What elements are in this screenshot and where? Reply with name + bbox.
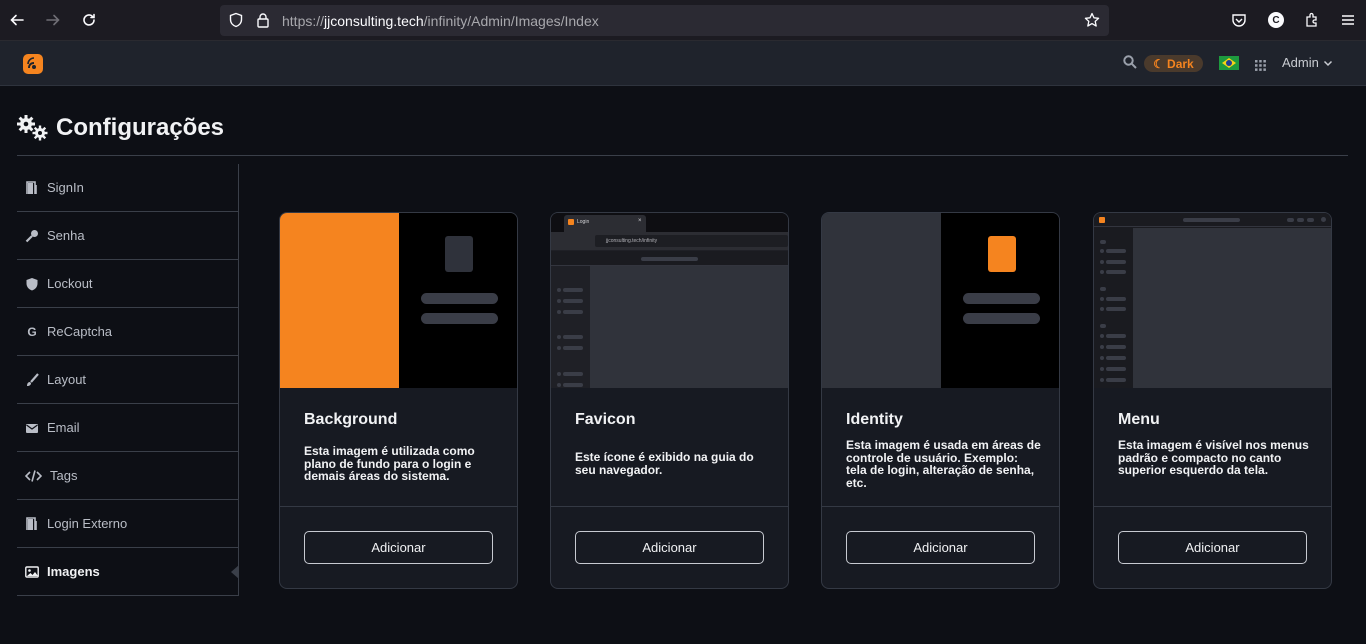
card-description: Esta imagem é utilizada como plano de fu…	[304, 444, 475, 483]
image-card-menu: Menu Esta imagem é visível nos menus pad…	[1093, 212, 1332, 589]
card-divider	[551, 506, 788, 507]
lock-icon[interactable]	[256, 12, 270, 33]
sidebar-item-label: ReCaptcha	[47, 324, 113, 339]
image-card-background: Background Esta imagem é utilizada como …	[279, 212, 518, 589]
add-background-button[interactable]: Adicionar	[304, 531, 493, 564]
menu-preview-image	[1094, 213, 1331, 388]
sidebar-item-imagens[interactable]: Imagens	[17, 548, 239, 596]
browser-toolbar: https://jjconsulting.tech/infinity/Admin…	[0, 0, 1366, 41]
card-title: Identity	[846, 411, 903, 428]
forward-icon[interactable]	[43, 10, 63, 30]
pocket-icon[interactable]	[1229, 10, 1249, 30]
add-menu-button[interactable]: Adicionar	[1118, 531, 1307, 564]
user-menu-label: Admin	[1282, 55, 1319, 70]
background-preview-image	[280, 213, 517, 388]
apps-grid-icon[interactable]	[1255, 58, 1266, 76]
gears-icon	[17, 115, 48, 141]
sidebar-item-label: Imagens	[47, 564, 100, 579]
favicon-preview-image: Login × jjconsulting.tech/infinity	[551, 213, 788, 388]
shield-icon	[25, 277, 39, 291]
sidebar-item-label: Lockout	[47, 276, 93, 291]
image-icon	[25, 565, 39, 579]
title-divider	[17, 155, 1348, 156]
back-icon[interactable]	[7, 10, 27, 30]
profile-avatar[interactable]: C	[1266, 10, 1286, 30]
chevron-down-icon	[1323, 60, 1332, 66]
theme-label: Dark	[1167, 56, 1194, 71]
url-host: jjconsulting.tech	[324, 13, 424, 29]
sidebar-item-label: Senha	[47, 228, 85, 243]
app-logo[interactable]	[23, 54, 43, 74]
card-title: Background	[304, 411, 398, 428]
identity-preview-image	[822, 213, 1059, 388]
card-description: Este ícone é exibido na guia do seu nave…	[575, 450, 754, 477]
image-card-favicon: Login × jjconsulting.tech/infinity Favic…	[550, 212, 789, 589]
card-title: Menu	[1118, 411, 1160, 428]
shield-icon[interactable]	[228, 12, 244, 33]
search-icon[interactable]	[1123, 55, 1137, 74]
key-icon	[25, 229, 39, 243]
door-icon	[25, 516, 39, 531]
app-header: ☾ Dark Admin	[0, 41, 1366, 86]
url-path: /infinity/Admin/Images/Index	[423, 13, 599, 29]
sidebar-item-label: Layout	[47, 372, 87, 387]
user-menu[interactable]: Admin	[1282, 55, 1333, 70]
sidebar-item-layout[interactable]: Layout	[17, 356, 238, 404]
favicon-preview-tab-label: Login	[577, 219, 590, 225]
image-card-identity: Identity Esta imagem é usada em áreas de…	[821, 212, 1060, 589]
url-scheme: https://	[282, 13, 325, 29]
page-title: Configurações	[17, 114, 224, 142]
page-title-text: Configurações	[56, 114, 225, 141]
sidebar-item-label: Email	[47, 420, 80, 435]
moon-icon: ☾	[1153, 56, 1165, 71]
sidebar-item-login-externo[interactable]: Login Externo	[17, 500, 238, 548]
address-bar[interactable]: https://jjconsulting.tech/infinity/Admin…	[220, 5, 1109, 36]
sidebar-item-lockout[interactable]: Lockout	[17, 260, 238, 308]
brush-icon	[25, 372, 39, 387]
card-divider	[822, 506, 1059, 507]
reload-icon[interactable]	[79, 10, 99, 30]
url-text[interactable]: https://jjconsulting.tech/infinity/Admin…	[282, 13, 599, 29]
theme-toggle[interactable]: ☾ Dark	[1144, 55, 1203, 72]
card-description: Esta imagem é usada em áreas de controle…	[846, 438, 1041, 490]
sidebar-item-tags[interactable]: Tags	[17, 452, 238, 500]
hamburger-menu-icon[interactable]	[1338, 10, 1358, 30]
card-divider	[1094, 506, 1331, 507]
extensions-icon[interactable]	[1302, 10, 1322, 30]
profile-initial: C	[1268, 12, 1284, 28]
settings-sidebar: SignIn Senha Lockout G ReCaptcha Layout …	[17, 164, 239, 596]
google-icon: G	[27, 324, 37, 339]
card-divider	[280, 506, 517, 507]
sidebar-item-senha[interactable]: Senha	[17, 212, 238, 260]
envelope-icon	[25, 421, 39, 435]
card-title: Favicon	[575, 411, 636, 428]
bookmark-star-icon[interactable]	[1084, 12, 1100, 33]
door-icon	[25, 180, 39, 195]
sidebar-item-signin[interactable]: SignIn	[17, 164, 238, 212]
add-identity-button[interactable]: Adicionar	[846, 531, 1035, 564]
tab-close-icon: ×	[638, 218, 642, 224]
card-description: Esta imagem é visível nos menus padrão e…	[1118, 438, 1309, 477]
sidebar-item-email[interactable]: Email	[17, 404, 238, 452]
sidebar-item-label: Login Externo	[47, 516, 128, 531]
sidebar-item-label: SignIn	[47, 180, 84, 195]
code-icon	[25, 469, 42, 483]
brazil-flag-icon[interactable]	[1219, 56, 1239, 70]
sidebar-item-recaptcha[interactable]: G ReCaptcha	[17, 308, 238, 356]
favicon-preview-url: jjconsulting.tech/infinity	[606, 238, 658, 244]
add-favicon-button[interactable]: Adicionar	[575, 531, 764, 564]
sidebar-item-label: Tags	[50, 468, 78, 483]
